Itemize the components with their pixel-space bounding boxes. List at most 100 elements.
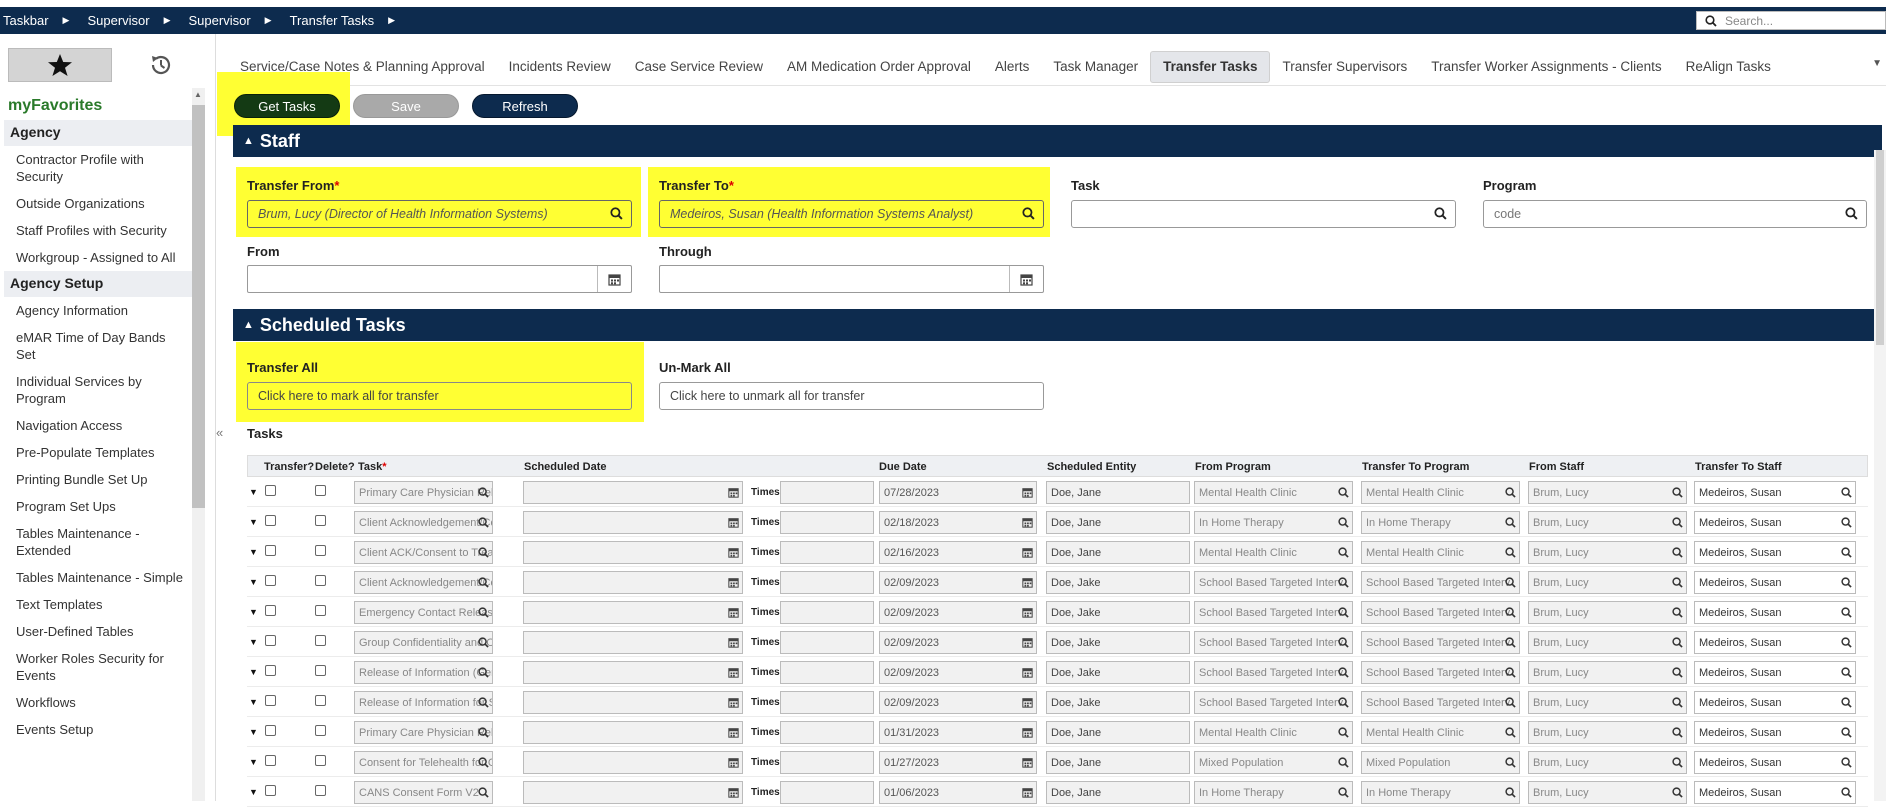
times-cell[interactable] bbox=[780, 721, 874, 744]
tab-favorites[interactable] bbox=[8, 48, 112, 82]
row-expand-caret-icon[interactable]: ▼ bbox=[249, 517, 258, 527]
calendar-icon[interactable] bbox=[1022, 727, 1033, 741]
transfer-to-program-cell[interactable]: School Based Targeted Interv bbox=[1361, 691, 1520, 714]
scrollbar-thumb[interactable] bbox=[192, 105, 205, 508]
transfer-all-field[interactable]: Click here to mark all for transfer bbox=[247, 382, 632, 410]
tab-overflow-icon[interactable]: ▼ bbox=[1872, 58, 1882, 69]
transfer-checkbox[interactable] bbox=[265, 785, 276, 796]
search-icon[interactable] bbox=[1845, 207, 1858, 220]
times-cell[interactable] bbox=[780, 751, 874, 774]
delete-checkbox[interactable] bbox=[315, 785, 326, 796]
times-cell[interactable] bbox=[780, 481, 874, 504]
search-icon[interactable] bbox=[1338, 487, 1349, 501]
search-icon[interactable] bbox=[1338, 637, 1349, 651]
task-cell[interactable]: Client Acknowledgement/Co bbox=[354, 511, 493, 534]
task-cell[interactable]: Release of Information for Sc bbox=[354, 691, 493, 714]
from-staff-cell[interactable]: Brum, Lucy bbox=[1528, 601, 1687, 624]
scheduled-date-cell[interactable] bbox=[523, 601, 743, 624]
transfer-to-staff-cell[interactable]: Medeiros, Susan bbox=[1694, 511, 1856, 534]
due-date-cell[interactable]: 07/28/2023 bbox=[879, 481, 1037, 504]
program-field[interactable]: code bbox=[1483, 200, 1867, 228]
search-icon[interactable] bbox=[1672, 517, 1683, 531]
search-icon[interactable] bbox=[610, 207, 623, 220]
search-icon[interactable] bbox=[1338, 697, 1349, 711]
task-cell[interactable]: Release of Information (Gene bbox=[354, 661, 493, 684]
search-icon[interactable] bbox=[1022, 207, 1035, 220]
transfer-to-staff-cell[interactable]: Medeiros, Susan bbox=[1694, 751, 1856, 774]
search-icon[interactable] bbox=[1672, 547, 1683, 561]
transfer-checkbox[interactable] bbox=[265, 635, 276, 646]
row-expand-caret-icon[interactable]: ▼ bbox=[249, 727, 258, 737]
search-icon[interactable] bbox=[1841, 487, 1852, 501]
sidebar-item[interactable]: Tables Maintenance - Simple bbox=[8, 564, 188, 591]
search-icon[interactable] bbox=[1841, 787, 1852, 801]
search-icon[interactable] bbox=[478, 577, 489, 591]
from-staff-cell[interactable]: Brum, Lucy bbox=[1528, 721, 1687, 744]
transfer-to-staff-cell[interactable]: Medeiros, Susan bbox=[1694, 691, 1856, 714]
from-date-field[interactable] bbox=[247, 265, 632, 293]
tab-transfer-tasks[interactable]: Transfer Tasks bbox=[1150, 50, 1271, 83]
task-cell[interactable]: Consent for Telehealth for Gr bbox=[354, 751, 493, 774]
sidebar-item[interactable]: Events Setup bbox=[8, 716, 188, 743]
search-icon[interactable] bbox=[1672, 697, 1683, 711]
transfer-checkbox[interactable] bbox=[265, 605, 276, 616]
transfer-to-program-cell[interactable]: Mental Health Clinic bbox=[1361, 721, 1520, 744]
search-icon[interactable] bbox=[1672, 637, 1683, 651]
calendar-icon[interactable] bbox=[1022, 547, 1033, 561]
calendar-icon[interactable] bbox=[1022, 757, 1033, 771]
search-icon[interactable] bbox=[1338, 727, 1349, 741]
scheduled-date-cell[interactable] bbox=[523, 751, 743, 774]
scheduled-date-cell[interactable] bbox=[523, 721, 743, 744]
times-cell[interactable] bbox=[780, 541, 874, 564]
transfer-to-program-cell[interactable]: School Based Targeted Interv bbox=[1361, 661, 1520, 684]
transfer-checkbox[interactable] bbox=[265, 725, 276, 736]
breadcrumb-supervisor-2[interactable]: Supervisor ▶ bbox=[189, 13, 290, 28]
search-icon[interactable] bbox=[1338, 757, 1349, 771]
row-expand-caret-icon[interactable]: ▼ bbox=[249, 757, 258, 767]
search-icon[interactable] bbox=[1505, 727, 1516, 741]
delete-checkbox[interactable] bbox=[315, 545, 326, 556]
from-program-cell[interactable]: Mental Health Clinic bbox=[1194, 721, 1353, 744]
calendar-icon[interactable] bbox=[728, 697, 739, 711]
search-icon[interactable] bbox=[1672, 667, 1683, 681]
task-cell[interactable]: Emergency Contact Release \ bbox=[354, 601, 493, 624]
due-date-cell[interactable]: 02/09/2023 bbox=[879, 631, 1037, 654]
delete-checkbox[interactable] bbox=[315, 695, 326, 706]
calendar-icon[interactable] bbox=[1022, 487, 1033, 501]
sidebar-group-agency-setup[interactable]: Agency Setup bbox=[4, 271, 192, 297]
sidebar-item[interactable]: Navigation Access bbox=[8, 412, 188, 439]
transfer-to-staff-cell[interactable]: Medeiros, Susan bbox=[1694, 721, 1856, 744]
times-cell[interactable] bbox=[780, 631, 874, 654]
calendar-icon[interactable] bbox=[597, 266, 631, 292]
sidebar-item[interactable]: Agency Information bbox=[8, 297, 188, 324]
transfer-to-program-cell[interactable]: Mental Health Clinic bbox=[1361, 541, 1520, 564]
calendar-icon[interactable] bbox=[728, 757, 739, 771]
transfer-checkbox[interactable] bbox=[265, 695, 276, 706]
delete-checkbox[interactable] bbox=[315, 755, 326, 766]
breadcrumb-taskbar[interactable]: Taskbar ▶ bbox=[3, 13, 87, 28]
due-date-cell[interactable]: 02/18/2023 bbox=[879, 511, 1037, 534]
sidebar-item[interactable]: Contractor Profile with Security bbox=[8, 146, 188, 190]
search-icon[interactable] bbox=[1505, 547, 1516, 561]
transfer-to-program-cell[interactable]: School Based Targeted Interv bbox=[1361, 601, 1520, 624]
from-program-cell[interactable]: In Home Therapy bbox=[1194, 511, 1353, 534]
times-cell[interactable] bbox=[780, 601, 874, 624]
calendar-icon[interactable] bbox=[1022, 607, 1033, 621]
calendar-icon[interactable] bbox=[728, 787, 739, 801]
search-icon[interactable] bbox=[1841, 697, 1852, 711]
sidebar-item[interactable]: eMAR Time of Day Bands Set bbox=[8, 324, 188, 368]
delete-checkbox[interactable] bbox=[315, 515, 326, 526]
calendar-icon[interactable] bbox=[1022, 517, 1033, 531]
times-cell[interactable] bbox=[780, 661, 874, 684]
search-icon[interactable] bbox=[1841, 727, 1852, 741]
sidebar-group-agency[interactable]: Agency bbox=[4, 120, 192, 146]
transfer-checkbox[interactable] bbox=[265, 755, 276, 766]
search-icon[interactable] bbox=[1505, 787, 1516, 801]
from-staff-cell[interactable]: Brum, Lucy bbox=[1528, 541, 1687, 564]
from-program-cell[interactable]: Mental Health Clinic bbox=[1194, 481, 1353, 504]
due-date-cell[interactable]: 02/16/2023 bbox=[879, 541, 1037, 564]
calendar-icon[interactable] bbox=[1022, 577, 1033, 591]
calendar-icon[interactable] bbox=[728, 547, 739, 561]
task-cell[interactable]: Client Acknowledgement/Co bbox=[354, 571, 493, 594]
search-icon[interactable] bbox=[478, 667, 489, 681]
